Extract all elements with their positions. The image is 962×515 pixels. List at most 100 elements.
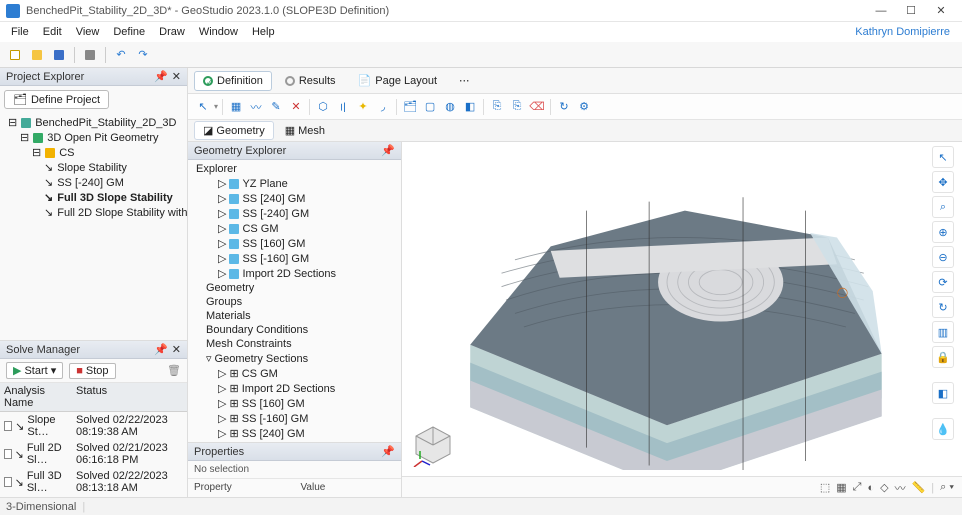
tree-item[interactable]: ▷ ⊞ SS [240] GM [218, 426, 397, 441]
tree-item[interactable]: ▷ ⊞ SS [-160] GM [218, 411, 397, 426]
explorer-node[interactable]: Explorer [196, 162, 397, 176]
cylinder-icon[interactable]: ◍ [441, 98, 459, 116]
dim-icon[interactable]: ◞ [374, 98, 392, 116]
menu-file[interactable]: File [4, 26, 36, 38]
copy2-icon[interactable]: ⎘ [508, 98, 526, 116]
edit-icon[interactable]: ✎ [267, 98, 285, 116]
menu-edit[interactable]: Edit [36, 26, 69, 38]
zoom-out-icon[interactable]: ⊖ [932, 246, 954, 268]
tree-item[interactable]: ↘ SS [-240] GM [44, 175, 183, 190]
col-analysis-name[interactable]: Analysis Name [0, 383, 72, 411]
tree-item[interactable]: ▷ SS [-240] GM [218, 206, 397, 221]
model-render[interactable]: ◯ [408, 148, 926, 470]
checkbox-icon[interactable] [4, 449, 12, 459]
tree-item[interactable]: ▷ YZ Plane [218, 176, 397, 191]
tree-item[interactable]: ▷ SS [160] GM [218, 236, 397, 251]
tree-item[interactable]: ▷ SS [240] GM [218, 191, 397, 206]
pointer-icon[interactable]: ↖ [194, 98, 212, 116]
droplet-icon[interactable]: 💧 [932, 418, 954, 440]
panel-close-icon[interactable]: ✕ [172, 70, 181, 83]
select-icon[interactable]: ↖ [932, 146, 954, 168]
minimize-button[interactable]: — [866, 0, 896, 22]
tree-cs[interactable]: ⊟ CS [32, 145, 183, 160]
checkbox-icon[interactable] [4, 477, 12, 487]
project-tree[interactable]: ⊟ BenchedPit_Stability_2D_3D ⊟ 3D Open P… [0, 113, 187, 340]
define-project-button[interactable]: 🗂 Define Project [4, 90, 109, 109]
pan-icon[interactable]: ✥ [932, 171, 954, 193]
redo-icon[interactable]: ↷ [134, 46, 152, 64]
box-icon[interactable]: ▢ [421, 98, 439, 116]
new-icon[interactable] [6, 46, 24, 64]
snap-icon[interactable]: ⬡ [314, 98, 332, 116]
close-button[interactable]: ✕ [926, 0, 956, 22]
measure-icon[interactable]: 📏 [912, 481, 926, 494]
layers-icon[interactable]: 🗂 [401, 98, 419, 116]
table-row[interactable]: ↘ Full 3D Sl… Solved 02/22/2023 08:13:18… [0, 468, 187, 496]
user-label[interactable]: Kathryn Domipierre [848, 26, 958, 38]
undo-icon[interactable]: ↶ [112, 46, 130, 64]
view-wire-icon[interactable]: ◇ [880, 481, 888, 494]
overflow-icon[interactable]: ⋯ [450, 71, 479, 91]
maximize-button[interactable]: ☐ [896, 0, 926, 22]
tree-item[interactable]: ▷ Import 2D Sections [218, 266, 397, 281]
pin-icon[interactable]: 📌 [154, 70, 168, 83]
rotate-free-icon[interactable]: ↻ [932, 296, 954, 318]
tab-results[interactable]: Results [276, 71, 345, 91]
menu-draw[interactable]: Draw [152, 26, 192, 38]
view-shade-icon[interactable]: ◐ [867, 482, 874, 494]
rotate-icon[interactable]: ⟳ [932, 271, 954, 293]
tree-item[interactable]: ▷ SS [-160] GM [218, 251, 397, 266]
tree-item[interactable]: ▷ ⊞ SS [160] GM [218, 396, 397, 411]
tree-item[interactable]: ▷ ⊞ CS GM [218, 366, 397, 381]
view-ortho-icon[interactable]: ▦ [836, 481, 846, 494]
print-icon[interactable] [81, 46, 99, 64]
menu-define[interactable]: Define [106, 26, 152, 38]
copy-icon[interactable]: ⎘ [488, 98, 506, 116]
save-icon[interactable] [50, 46, 68, 64]
mesh-constraints-node[interactable]: Mesh Constraints [206, 337, 397, 351]
pin-icon[interactable]: 📌 [381, 144, 395, 157]
bc-node[interactable]: Boundary Conditions [206, 323, 397, 337]
open-icon[interactable] [28, 46, 46, 64]
geometry-node[interactable]: Geometry [206, 281, 397, 295]
viewport-3d[interactable]: ◯ ↖ ✥ ⌕ ⊕ ⊖ ⟳ ↻ ▥ 🔒 ◧ 💧 [402, 142, 962, 498]
tree-item[interactable]: ↘ Full 2D Slope Stability with fault [44, 205, 183, 220]
menu-view[interactable]: View [69, 26, 107, 38]
tree-item[interactable]: ▷ CS GM [218, 221, 397, 236]
stop-button[interactable]: ■ Stop [69, 363, 115, 379]
menu-help[interactable]: Help [245, 26, 282, 38]
zoom-dropdown[interactable]: ⌕ ▾ [940, 481, 954, 494]
tree-root[interactable]: ⊟ BenchedPit_Stability_2D_3D [8, 115, 183, 130]
table-row[interactable]: ↘ Slope St… Solved 02/22/2023 08:19:38 A… [0, 412, 187, 440]
tab-page-layout[interactable]: 📄 Page Layout [349, 70, 446, 91]
refresh-icon[interactable]: ↻ [555, 98, 573, 116]
pin-icon[interactable]: 📌 [154, 343, 168, 356]
subtab-geometry[interactable]: ◪ Geometry [194, 121, 274, 140]
view-toggle-icon[interactable]: ◧ [932, 382, 954, 404]
tree-geometry[interactable]: ⊟ 3D Open Pit Geometry [20, 130, 183, 145]
table-row[interactable]: ↘ Full 2D Sl… Solved 02/21/2023 06:16:18… [0, 440, 187, 468]
start-button[interactable]: ▶ Start ▾ [6, 362, 63, 379]
dropdown-icon[interactable]: ▾ [214, 102, 218, 111]
tree-item-selected[interactable]: ↘ Full 3D Slope Stability [44, 190, 183, 205]
lock-icon[interactable]: 🔒 [932, 346, 954, 368]
view-edges-icon[interactable]: 〰 [895, 480, 906, 496]
view-fit-icon[interactable]: ⤢ [853, 481, 862, 494]
tab-definition[interactable]: Definition [194, 71, 272, 91]
ortho-icon[interactable]: 〢 [334, 98, 352, 116]
polyline-icon[interactable]: 〰 [247, 98, 265, 116]
cube-icon[interactable]: ◧ [461, 98, 479, 116]
tree-item[interactable]: ▷ ⊞ Import 2D Sections [218, 381, 397, 396]
zoom-in-icon[interactable]: ⊕ [932, 221, 954, 243]
dropdown-icon[interactable]: ▾ [51, 364, 57, 377]
panel-close-icon[interactable]: ✕ [172, 343, 181, 356]
materials-node[interactable]: Materials [206, 309, 397, 323]
clear-icon[interactable]: 🗑 [167, 364, 181, 377]
view-persp-icon[interactable]: ⬚ [820, 481, 830, 494]
menu-window[interactable]: Window [192, 26, 245, 38]
filter-icon[interactable]: ▦ [227, 98, 245, 116]
subtab-mesh[interactable]: ▦ Mesh [276, 121, 334, 140]
section-icon[interactable]: ▥ [932, 321, 954, 343]
groups-node[interactable]: Groups [206, 295, 397, 309]
star-icon[interactable]: ✦ [354, 98, 372, 116]
